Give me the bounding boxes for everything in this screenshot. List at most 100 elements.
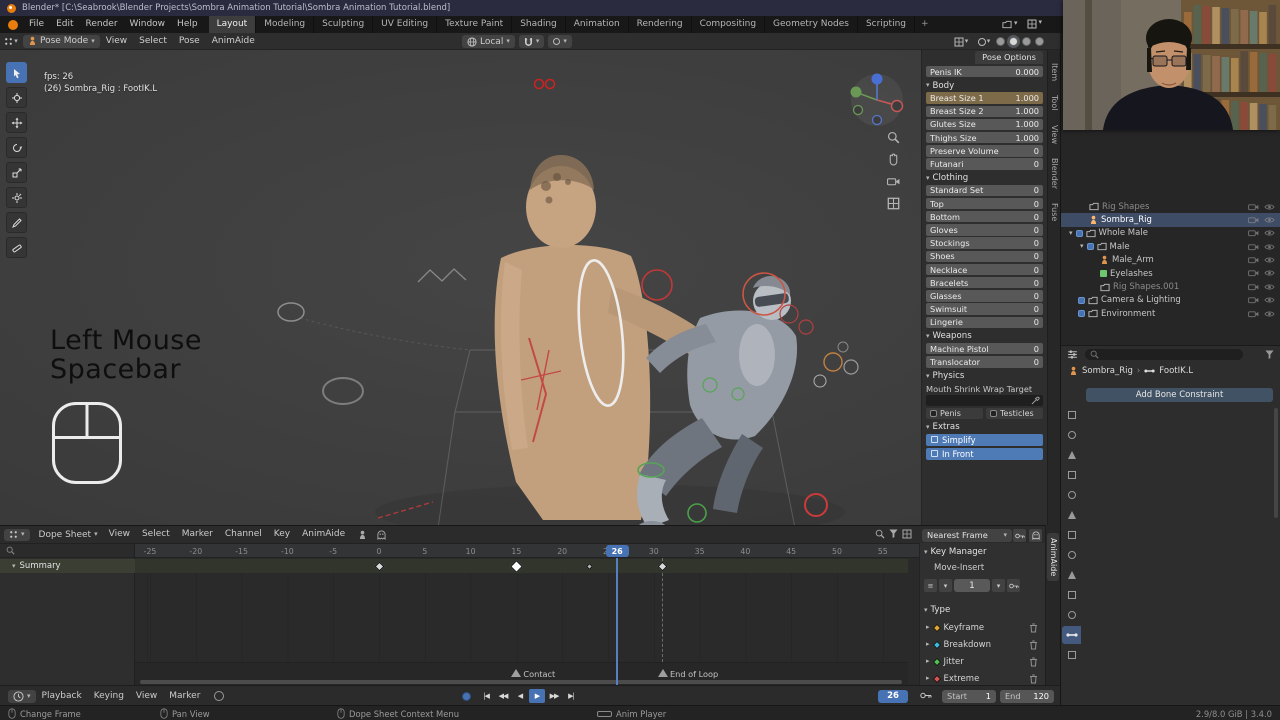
- delete-icon[interactable]: [1029, 623, 1038, 633]
- scale-tool-icon[interactable]: [6, 162, 27, 183]
- workspace-tab-uv-editing[interactable]: UV Editing: [373, 16, 438, 33]
- nearest-frame-dropdown[interactable]: Nearest Frame ▾: [922, 528, 1012, 542]
- properties-editor-icon[interactable]: [1067, 349, 1078, 360]
- section-physics[interactable]: ▾ Physics: [926, 370, 1043, 383]
- solid-shading-icon[interactable]: [1009, 37, 1018, 46]
- filter-funnel-icon[interactable]: [1265, 350, 1274, 359]
- properties-scrollbar[interactable]: [1274, 408, 1278, 518]
- outliner-item-environment[interactable]: Environment: [1061, 307, 1280, 320]
- scene-dropdown-icon[interactable]: ▾: [1002, 19, 1018, 29]
- next-keyframe-button[interactable]: ▶▶: [546, 689, 562, 703]
- outliner-item-eyelashes[interactable]: Eyelashes: [1061, 267, 1280, 280]
- blender-app-icon[interactable]: [8, 19, 18, 30]
- sidebar-tab-item[interactable]: Item: [1048, 58, 1060, 86]
- properties-editor[interactable]: Sombra_Rig › FootIK.L Add Bone Constrain…: [1060, 345, 1280, 705]
- view-layer-tab-icon[interactable]: [1062, 466, 1081, 484]
- timeline-menu-keying[interactable]: Keying: [88, 688, 130, 705]
- wireframe-shading-icon[interactable]: [996, 37, 1005, 46]
- select-box-tool-icon[interactable]: [6, 62, 27, 83]
- key-manager-header[interactable]: Key Manager: [931, 547, 987, 557]
- current-frame-badge[interactable]: 26: [605, 545, 629, 557]
- outliner-item-male-arm[interactable]: Male_Arm: [1061, 254, 1280, 267]
- dope-sheet-menu-select[interactable]: Select: [136, 526, 176, 543]
- frame-end-field[interactable]: End 120: [1000, 689, 1054, 703]
- show-gizmo-icon[interactable]: ▾: [953, 35, 969, 48]
- editor-type-icon[interactable]: ▾: [3, 35, 19, 48]
- slider-glasses[interactable]: Glasses 0: [926, 290, 1043, 302]
- add-workspace-button[interactable]: +: [915, 16, 935, 33]
- auto-keying-toggle[interactable]: [214, 691, 225, 701]
- section-body[interactable]: ▾ Body: [926, 79, 1043, 92]
- outliner-item-rig-shapes-001[interactable]: Rig Shapes.001: [1061, 280, 1280, 293]
- timeline-menu-view[interactable]: View: [130, 688, 163, 705]
- sidebar-tab-view[interactable]: View: [1048, 120, 1060, 149]
- slider-futanari[interactable]: Futanari 0: [926, 158, 1043, 170]
- slider-necklace[interactable]: Necklace 0: [926, 263, 1043, 276]
- prev-keyframe-button[interactable]: ◀◀: [495, 689, 511, 703]
- button-in-front[interactable]: In Front: [926, 447, 1043, 460]
- bone-tab-icon[interactable]: [1062, 606, 1081, 624]
- workspace-tab-modeling[interactable]: Modeling: [256, 16, 315, 33]
- dope-sheet-menu-channel[interactable]: Channel: [219, 526, 268, 543]
- marker-contact[interactable]: [511, 669, 522, 677]
- keying-set-icon[interactable]: [920, 692, 932, 699]
- menu-edit[interactable]: Edit: [50, 16, 79, 33]
- transform-orientation-dropdown[interactable]: Local ▾: [462, 35, 515, 48]
- slider-preserve-volume[interactable]: Preserve Volume 0: [926, 145, 1043, 157]
- pose-options-tab[interactable]: Pose Options: [975, 51, 1043, 64]
- slider-breast-size-1[interactable]: Breast Size 1 1.000: [926, 92, 1043, 104]
- current-frame-field[interactable]: 26: [878, 689, 908, 703]
- insert-key-icon[interactable]: [1013, 529, 1026, 542]
- toggle-penis[interactable]: Penis: [926, 407, 983, 419]
- play-button[interactable]: ▶: [529, 689, 545, 703]
- output-tab-icon[interactable]: [1062, 446, 1081, 464]
- workspace-tab-layout[interactable]: Layout: [208, 16, 257, 33]
- menu-render[interactable]: Render: [80, 16, 124, 33]
- key-type-extreme[interactable]: ▸ Extreme: [920, 670, 1045, 685]
- channel-search-bar[interactable]: [0, 544, 135, 558]
- mode-dropdown[interactable]: Pose Mode ▾: [23, 34, 100, 48]
- slider-gloves[interactable]: Gloves 0: [926, 224, 1043, 236]
- key-type-breakdown[interactable]: ▸ Breakdown: [920, 636, 1045, 653]
- camera-view-icon[interactable]: [886, 174, 901, 189]
- outliner-item-whole-male[interactable]: ▾ Whole Male: [1061, 227, 1280, 240]
- section-clothing[interactable]: ▾ Clothing: [926, 172, 1043, 185]
- slider-top[interactable]: Top 0: [926, 197, 1043, 210]
- jump-to-end-button[interactable]: ▶|: [563, 689, 579, 703]
- timeline-editor-icon[interactable]: ▾: [8, 689, 36, 703]
- toggle-testicles[interactable]: Testicles: [986, 407, 1043, 419]
- play-reverse-button[interactable]: ◀: [512, 689, 528, 703]
- toggle-ortho-icon[interactable]: [886, 196, 901, 211]
- summary-channel[interactable]: ▾ Summary: [0, 559, 135, 573]
- amount-field[interactable]: 1: [954, 579, 990, 592]
- view-layer-dropdown-icon[interactable]: ▾: [1027, 19, 1042, 29]
- menu-help[interactable]: Help: [171, 16, 204, 33]
- dope-sheet-menu-view[interactable]: View: [103, 526, 136, 543]
- transform-tool-icon[interactable]: [6, 187, 27, 208]
- cursor-tool-icon[interactable]: [6, 87, 27, 108]
- ghost-filter-icon[interactable]: [373, 528, 389, 541]
- type-header[interactable]: Type: [931, 605, 951, 615]
- slider-swimsuit[interactable]: Swimsuit 0: [926, 303, 1043, 315]
- measure-tool-icon[interactable]: [6, 237, 27, 258]
- playhead[interactable]: [616, 558, 619, 686]
- 3d-scene[interactable]: [0, 50, 1060, 525]
- breadcrumb-bone[interactable]: FootIK.L: [1159, 366, 1193, 376]
- timeline-editor[interactable]: ▾ Playback Keying View Marker |◀ ◀◀ ◀ ▶ ▶▶ ▶| 26…: [0, 685, 1060, 705]
- sidebar-tab-blender[interactable]: Blender: [1048, 153, 1060, 194]
- pan-hand-icon[interactable]: [886, 152, 901, 167]
- dope-sheet-hscrollbar[interactable]: [140, 680, 902, 684]
- channel-list[interactable]: ▾ Summary: [0, 558, 135, 686]
- options-dropdown-icon[interactable]: ▾: [992, 579, 1005, 592]
- outliner-item-male[interactable]: ▾ Male: [1061, 240, 1280, 253]
- zoom-icon[interactable]: [886, 130, 901, 145]
- button-simplify[interactable]: Simplify: [926, 433, 1043, 446]
- overlay-icon[interactable]: [902, 529, 912, 539]
- snap-toggle[interactable]: ▾: [518, 35, 545, 48]
- slider-thighs-size[interactable]: Thighs Size 1.000: [926, 131, 1043, 144]
- shrinkwrap-target-field[interactable]: [926, 394, 1043, 406]
- workspace-tab-animation[interactable]: Animation: [566, 16, 629, 33]
- move-tool-icon[interactable]: [6, 112, 27, 133]
- timeline-menu-marker[interactable]: Marker: [163, 688, 206, 705]
- add-bone-constraint-button[interactable]: Add Bone Constraint: [1086, 388, 1273, 402]
